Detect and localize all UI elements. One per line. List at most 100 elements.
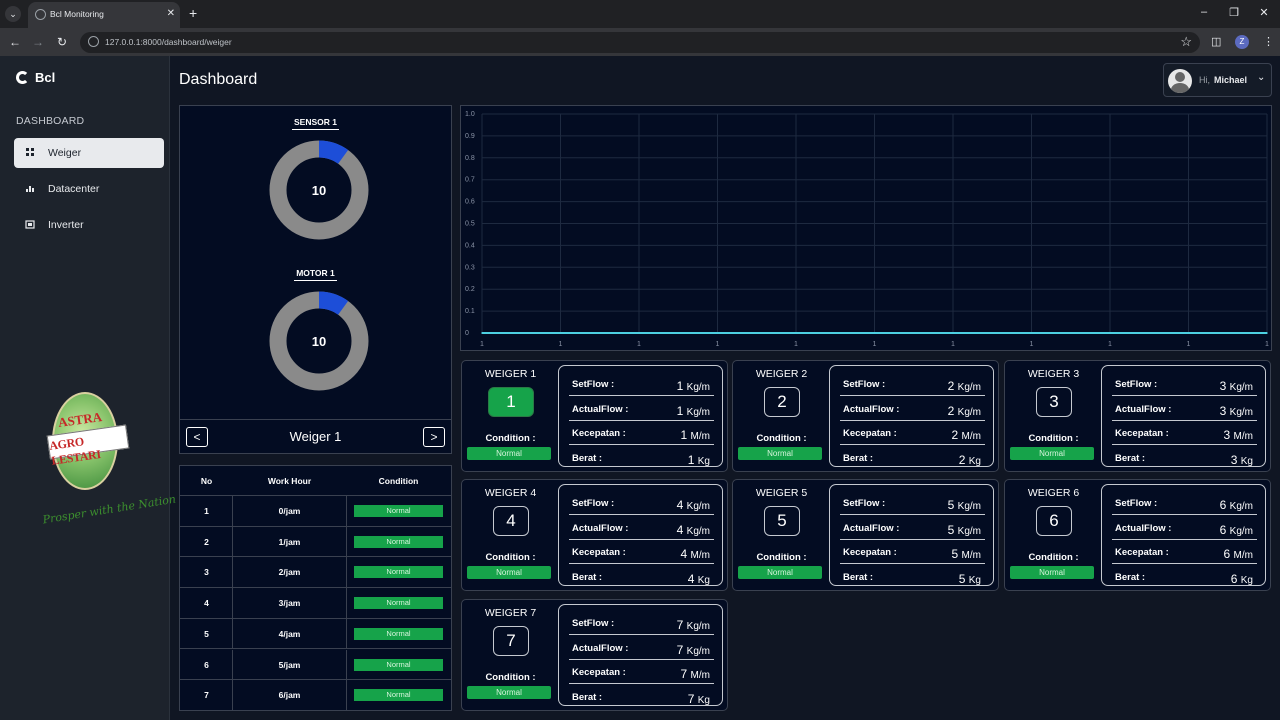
weiger-actualflow-number: 3 <box>1219 403 1227 418</box>
weiger-metrics-box: SetFlow : 2 Kg/m ActualFlow : 2 Kg/m Kec… <box>829 365 994 467</box>
minimize-icon[interactable]: – <box>1197 6 1211 18</box>
reload-icon[interactable]: ↻ <box>55 35 69 49</box>
cell-work-hour: 2/jam <box>278 567 301 578</box>
window-close-icon[interactable]: ✕ <box>1257 6 1271 19</box>
weiger-row-berat: Berat : 2 Kg <box>840 446 985 470</box>
gauge-pager: < Weiger 1 > <box>180 419 451 453</box>
weiger-label-setflow: SetFlow : <box>572 379 615 390</box>
weiger-setflow-number: 2 <box>947 379 955 393</box>
weiger-name: WEIGER 7 <box>484 607 537 619</box>
site-info-icon[interactable] <box>88 36 99 47</box>
weiger-metrics-box: SetFlow : 6 Kg/m ActualFlow : 6 Kg/m Kec… <box>1101 484 1266 586</box>
condition-badge: Normal <box>354 689 443 702</box>
weiger-berat-unit: Kg <box>697 694 710 706</box>
weiger-status-badge: Normal <box>738 566 822 579</box>
weiger-number-badge[interactable]: 6 <box>1036 506 1072 536</box>
cell-work-hour: 5/jam <box>278 659 301 670</box>
y-tick-label: 0.9 <box>465 133 475 140</box>
weiger-setflow-number: 5 <box>947 498 955 512</box>
brand-logo-icon <box>16 71 29 84</box>
sidebar-item-inverter[interactable]: Inverter <box>14 210 164 240</box>
forward-arrow-icon[interactable]: → <box>31 35 45 49</box>
weiger-berat-number: 2 <box>958 452 966 467</box>
tab-search-chevron-icon[interactable]: ⌄ <box>5 6 21 22</box>
profile-avatar-icon[interactable]: Z <box>1235 35 1249 49</box>
weiger-berat-number: 3 <box>1230 452 1238 467</box>
restore-icon[interactable]: ❐ <box>1227 6 1241 19</box>
back-arrow-icon[interactable]: ← <box>8 35 22 49</box>
tab-close-icon[interactable]: ✕ <box>167 8 175 19</box>
weiger-number-badge[interactable]: 7 <box>493 626 529 656</box>
weiger-setflow-number: 4 <box>676 498 684 512</box>
weiger-number-badge[interactable]: 5 <box>764 506 800 536</box>
weiger-actualflow-unit: Kg/m <box>1229 406 1253 418</box>
address-bar[interactable]: 127.0.0.1:8000/dashboard/weiger ☆ <box>80 32 1200 53</box>
weiger-setflow-unit: Kg/m <box>686 501 710 512</box>
sidebar-item-datacenter[interactable]: Datacenter <box>14 174 164 204</box>
weiger-name: WEIGER 2 <box>755 368 808 380</box>
weiger-row-berat: Berat : 7 Kg <box>569 685 714 709</box>
weiger-value-setflow: 3 Kg/m <box>1220 379 1253 393</box>
weiger-berat-number: 4 <box>687 571 695 586</box>
cell-work-hour: 0/jam <box>278 506 301 516</box>
weiger-actualflow-number: 6 <box>1219 522 1227 537</box>
weiger-value-setflow: 2 Kg/m <box>948 379 981 393</box>
weiger-status-badge: Normal <box>738 447 822 460</box>
weiger-value-setflow: 6 Kg/m <box>1220 498 1253 512</box>
bookmark-star-icon[interactable]: ☆ <box>1180 34 1192 50</box>
weiger-number-badge[interactable]: 3 <box>1036 387 1072 417</box>
weiger-value-kecepatan: 3 M/m <box>1224 428 1253 442</box>
weiger-card: WEIGER 5 5 Condition : Normal SetFlow : … <box>732 479 999 591</box>
browser-menu-icon[interactable]: ⋮ <box>1263 35 1274 48</box>
sidebar-section-label: DASHBOARD <box>16 115 85 127</box>
weiger-kecepatan-unit: M/m <box>1233 550 1253 561</box>
new-tab-plus-icon[interactable]: + <box>189 5 197 21</box>
x-tick-label: 1 <box>559 341 563 348</box>
next-arrow-button[interactable]: > <box>423 427 445 447</box>
url-text[interactable]: 127.0.0.1:8000/dashboard/weiger <box>105 37 232 47</box>
sidebar-item-weiger[interactable]: Weiger <box>14 138 164 168</box>
table-header: No Work Hour Condition <box>180 466 451 496</box>
weiger-setflow-number: 6 <box>1219 498 1227 512</box>
weiger-label-setflow: SetFlow : <box>843 498 886 509</box>
weiger-setflow-unit: Kg/m <box>1229 382 1253 393</box>
weiger-number-badge[interactable]: 2 <box>764 387 800 417</box>
logo-tagline: Prosper with the Nation <box>41 492 177 527</box>
weiger-row-actualflow: ActualFlow : 2 Kg/m <box>840 397 985 421</box>
weiger-number-badge[interactable]: 4 <box>493 506 529 536</box>
weiger-row-kecepatan: Kecepatan : 2 M/m <box>840 421 985 445</box>
sidebar-item-label: Weiger <box>48 147 82 159</box>
weiger-label-berat: Berat : <box>843 452 874 464</box>
brand[interactable]: Bcl <box>16 70 55 85</box>
weiger-actualflow-unit: Kg/m <box>686 406 710 418</box>
weiger-name: WEIGER 3 <box>1027 368 1080 380</box>
side-panel-icon[interactable]: ◫ <box>1211 35 1221 48</box>
weiger-metrics-box: SetFlow : 1 Kg/m ActualFlow : 1 Kg/m Kec… <box>558 365 723 467</box>
user-name: Michael <box>1214 75 1248 85</box>
weiger-row-setflow: SetFlow : 2 Kg/m <box>840 372 985 396</box>
browser-tab[interactable]: Bcl Monitoring ✕ <box>28 2 180 28</box>
cell-work-hour: 6/jam <box>278 690 301 701</box>
weiger-number-badge[interactable]: 1 <box>488 387 534 417</box>
table-row: 3 2/jam Normal <box>180 557 451 589</box>
weiger-berat-number: 5 <box>958 571 966 586</box>
weiger-value-kecepatan: 4 M/m <box>681 547 710 561</box>
app-root: Bcl DASHBOARD Weiger Datacenter Inverter… <box>0 56 1280 720</box>
gauge-title: SENSOR 1 <box>180 117 451 130</box>
weiger-value-setflow: 1 Kg/m <box>677 379 710 393</box>
user-menu[interactable]: Hi, Michael ⌄ <box>1163 63 1272 97</box>
weiger-label-actualflow: ActualFlow : <box>843 403 900 415</box>
cell-work-hour: 1/jam <box>278 536 301 547</box>
weiger-row-actualflow: ActualFlow : 6 Kg/m <box>1112 516 1257 540</box>
avatar <box>1168 69 1192 93</box>
weiger-kecepatan-unit: M/m <box>690 550 710 561</box>
weiger-value-setflow: 7 Kg/m <box>677 618 710 632</box>
line-chart: 0 0.1 0.2 0.3 0.4 0.5 0.6 0.7 0.8 0.9 1.0 1 1 1 1 1 1 1 1 1… <box>460 105 1272 351</box>
weiger-row-setflow: SetFlow : 6 Kg/m <box>1112 491 1257 515</box>
weiger-label-kecepatan: Kecepatan : <box>843 428 897 439</box>
weiger-actualflow-number: 4 <box>676 522 684 537</box>
weiger-kecepatan-number: 5 <box>951 547 959 561</box>
x-tick-label: 1 <box>1108 341 1112 348</box>
x-tick-label: 1 <box>873 341 877 348</box>
weiger-row-berat: Berat : 1 Kg <box>569 446 714 470</box>
